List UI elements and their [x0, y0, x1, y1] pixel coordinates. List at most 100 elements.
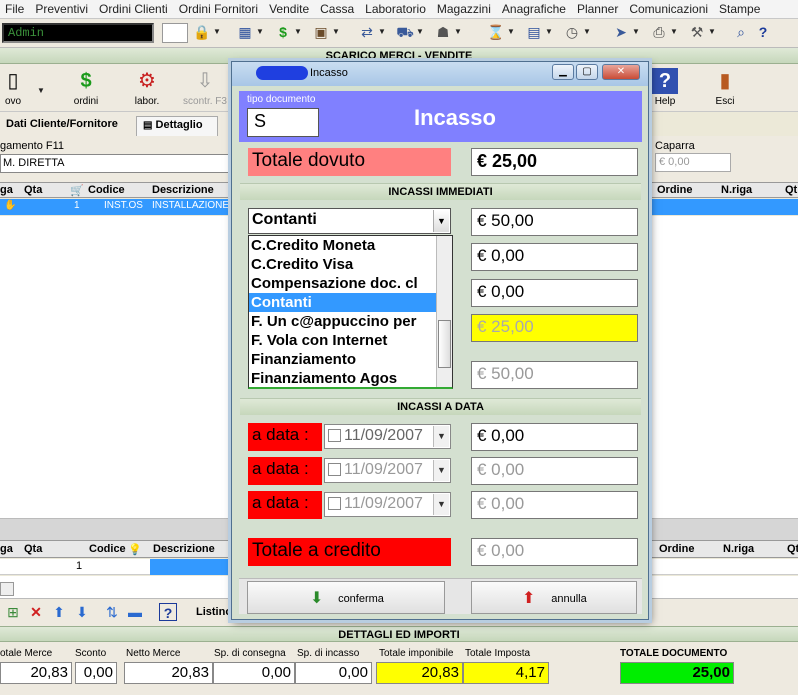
list-item[interactable]: Finanziamento [249, 350, 436, 369]
list-item[interactable]: C.Credito Moneta [249, 236, 436, 255]
list-item[interactable]: Finanziamento Agos [249, 369, 436, 387]
close-button[interactable]: ✕ [602, 64, 640, 80]
scrollbar-thumb[interactable] [438, 320, 451, 368]
cart-icon: 🛒 [70, 185, 84, 197]
tab-dettaglio[interactable]: ▤ Dettaglio [136, 116, 218, 136]
ordini-button[interactable]: $ ordini [63, 68, 109, 107]
importo-field-2[interactable]: € 0,00 [471, 243, 638, 271]
menu-ordini-fornitori[interactable]: Ordini Fornitori [174, 0, 264, 16]
tab-dati-cliente[interactable]: Dati Cliente/Fornitore [0, 116, 133, 136]
caparra-field[interactable]: € 0,00 [655, 153, 731, 172]
chevron-down-icon[interactable]: ▼ [377, 23, 387, 41]
menu-magazzini[interactable]: Magazzini [432, 0, 497, 16]
spese-incasso-field[interactable]: 0,00 [295, 662, 372, 684]
chevron-down-icon[interactable]: ▼ [433, 494, 449, 515]
tools-icon[interactable]: ⚒ [688, 23, 706, 41]
dollar-icon[interactable]: $ [274, 23, 292, 41]
image-icon[interactable]: ▬ [126, 603, 144, 621]
labor-button[interactable]: ⚙ labor. [124, 68, 170, 107]
menu-anagrafiche[interactable]: Anagrafiche [497, 0, 572, 16]
hourglass-icon[interactable]: ⌛ [487, 23, 505, 41]
sconto-field[interactable]: 0,00 [75, 662, 117, 684]
scroll-left-button[interactable] [0, 582, 14, 596]
tipo-documento-input[interactable]: S [247, 108, 319, 137]
box-icon[interactable]: ▣ [312, 23, 330, 41]
date-picker[interactable]: 11/09/2007 ▼ [324, 424, 451, 449]
new-button[interactable]: ▯ ovo [0, 68, 36, 107]
send-icon[interactable]: ➤ [612, 23, 630, 41]
toolbar-blank-field[interactable] [162, 23, 188, 43]
transfer-icon[interactable]: ⇄ [358, 23, 376, 41]
menu-cassa[interactable]: Cassa [315, 0, 360, 16]
lock-icon[interactable]: 🔒 [193, 23, 211, 41]
payment-method-select[interactable]: Contanti ▼ [248, 208, 451, 234]
calculator-icon[interactable]: ▦ [236, 23, 254, 41]
selected-cell[interactable] [150, 559, 232, 575]
menu-ordini-clienti[interactable]: Ordini Clienti [94, 0, 174, 16]
date-picker[interactable]: 11/09/2007 ▼ [324, 492, 451, 517]
arrow-up-icon[interactable]: ⬆ [50, 603, 68, 621]
menu-preventivi[interactable]: Preventivi [30, 0, 94, 16]
date-picker[interactable]: 11/09/2007 ▼ [324, 458, 451, 483]
checkbox[interactable] [328, 429, 341, 443]
scontrino-button[interactable]: ⇩ scontr. F3 [182, 68, 228, 107]
chevron-down-icon[interactable]: ▼ [212, 23, 222, 41]
list-item[interactable]: F. Vola con Internet [249, 331, 436, 350]
chevron-down-icon[interactable]: ▼ [506, 23, 516, 41]
chevron-down-icon[interactable]: ▼ [255, 23, 265, 41]
chevron-down-icon[interactable]: ▼ [544, 23, 554, 41]
chevron-down-icon[interactable]: ▼ [433, 460, 449, 481]
a-data-value-field[interactable]: € 0,00 [471, 423, 638, 451]
checkbox[interactable] [328, 463, 341, 477]
menu-planner[interactable]: Planner [572, 0, 624, 16]
help-icon[interactable]: ? [754, 23, 772, 41]
dialog-heading: Incasso [414, 105, 496, 130]
pagamento-select[interactable]: M. DIRETTA [0, 154, 232, 173]
delete-icon[interactable]: ✕ [27, 603, 45, 621]
menu-laboratorio[interactable]: Laboratorio [360, 0, 432, 16]
calendar-icon[interactable]: ◷ [563, 23, 581, 41]
menu-comunicazioni[interactable]: Comunicazioni [624, 0, 714, 16]
chevron-down-icon[interactable]: ▼ [433, 210, 449, 232]
chevron-down-icon[interactable]: ▼ [415, 23, 425, 41]
chevron-down-icon[interactable]: ▼ [36, 82, 46, 100]
list-item[interactable]: C.Credito Visa [249, 255, 436, 274]
chevron-down-icon[interactable]: ▼ [433, 426, 449, 447]
maximize-button[interactable]: ▢ [576, 64, 598, 80]
pagamento-label: gamento F11 [0, 140, 65, 152]
arrow-down-icon[interactable]: ⬇ [73, 603, 91, 621]
annulla-button[interactable]: ⬆ annulla [471, 581, 637, 614]
table-icon[interactable]: ▤ [525, 23, 543, 41]
magnifier-icon[interactable]: ⌕ [732, 23, 750, 41]
chevron-down-icon[interactable]: ▼ [453, 23, 463, 41]
dialog-titlebar[interactable]: Incasso ▁ ▢ ✕ [232, 62, 648, 86]
incassi-immediati-header: INCASSI IMMEDIATI [240, 183, 641, 200]
list-item[interactable]: Compensazione doc. cl [249, 274, 436, 293]
conferma-button[interactable]: ⬇ conferma [247, 581, 445, 614]
redacted-mask [256, 66, 308, 80]
menu-file[interactable]: File [0, 0, 30, 16]
truck-icon[interactable]: ⛟ [396, 23, 414, 41]
checkbox[interactable] [328, 497, 341, 511]
importo-field-1[interactable]: € 50,00 [471, 208, 638, 236]
chevron-down-icon[interactable]: ▼ [707, 23, 717, 41]
importo-field-3[interactable]: € 0,00 [471, 279, 638, 307]
help-icon[interactable]: ? [159, 603, 177, 621]
chevron-down-icon[interactable]: ▼ [331, 23, 341, 41]
list-item-selected[interactable]: Contanti [249, 293, 436, 312]
spese-consegna-field[interactable]: 0,00 [213, 662, 295, 684]
people-icon[interactable]: ☗ [434, 23, 452, 41]
menu-stampe[interactable]: Stampe [714, 0, 766, 16]
minimize-button[interactable]: ▁ [552, 64, 574, 80]
menu-vendite[interactable]: Vendite [264, 0, 315, 16]
align-icon[interactable]: ⇅ [103, 603, 121, 621]
list-item[interactable]: F. Un c@appuccino per [249, 312, 436, 331]
chevron-down-icon[interactable]: ▼ [293, 23, 303, 41]
chevron-down-icon[interactable]: ▼ [631, 23, 641, 41]
exit-button[interactable]: ▮ Esci [702, 68, 748, 107]
dropdown-scrollbar[interactable] [436, 236, 452, 387]
chevron-down-icon[interactable]: ▼ [669, 23, 679, 41]
chevron-down-icon[interactable]: ▼ [582, 23, 592, 41]
printer-icon[interactable]: ⎙ [650, 23, 668, 41]
add-row-icon[interactable]: ⊞ [4, 603, 22, 621]
